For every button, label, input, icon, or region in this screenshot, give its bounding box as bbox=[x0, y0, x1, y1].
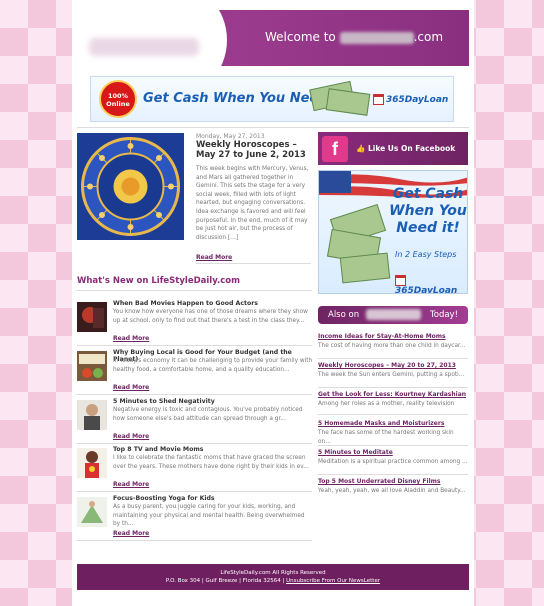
divider bbox=[318, 445, 468, 446]
article-item: Why Buying Local is Good for Your Budget… bbox=[77, 349, 312, 395]
article-thumbnail[interactable] bbox=[77, 351, 107, 381]
article-title[interactable]: 5 Minutes to Shed Negativity bbox=[113, 398, 215, 405]
whats-new-heading: What's New on LifeStyleDaily.com bbox=[77, 276, 240, 286]
article-excerpt: As a busy parent, you juggle caring for … bbox=[113, 504, 305, 528]
site-logo[interactable] bbox=[89, 38, 199, 56]
divider bbox=[77, 443, 312, 444]
copyright-text: LifeStyleDaily.com All Rights Reserved bbox=[220, 570, 326, 576]
side-banner-ad[interactable]: Get Cash When You Need it! In 2 Easy Ste… bbox=[318, 170, 468, 294]
facebook-like-banner[interactable]: f 👍 Like Us On Facebook bbox=[318, 132, 468, 165]
also-on-excerpt: Meditation is a spiritual practice commo… bbox=[318, 459, 468, 465]
facebook-like-label: 👍 Like Us On Facebook bbox=[356, 144, 456, 153]
divider bbox=[77, 345, 312, 346]
also-on-link[interactable]: Get the Look for Less: Kourtney Kardashi… bbox=[318, 391, 468, 398]
article-thumbnail[interactable] bbox=[77, 400, 107, 430]
read-more-link[interactable]: Read More bbox=[196, 254, 232, 261]
article-item: Focus-Boosting Yoga for Kids As a busy p… bbox=[77, 495, 312, 541]
article-excerpt: I like to celebrate the fantastic moms t… bbox=[113, 455, 309, 470]
read-more-link[interactable]: Read More bbox=[113, 433, 149, 440]
side-ad-headline: Get Cash When You Need it! bbox=[389, 186, 467, 236]
welcome-prefix: Welcome to bbox=[265, 30, 336, 44]
side-ad-steps: In 2 Easy Steps bbox=[395, 250, 457, 259]
redacted-site-name bbox=[339, 31, 414, 44]
facebook-icon: f bbox=[322, 136, 348, 162]
divider bbox=[77, 491, 312, 492]
read-more-link[interactable]: Read More bbox=[113, 481, 149, 488]
article-thumbnail[interactable] bbox=[77, 302, 107, 332]
article-excerpt: In today's economy it can be challenging… bbox=[113, 358, 313, 373]
cash-image bbox=[325, 88, 371, 116]
article-excerpt: You know how everyone has one of those d… bbox=[113, 309, 308, 324]
also-on-excerpt: The week the Sun enters Gemini, putting … bbox=[318, 372, 465, 378]
loan-logo: 365DayLoan bbox=[373, 94, 448, 105]
post-excerpt: This week begins with Mercury, Venus, an… bbox=[196, 166, 309, 241]
divider bbox=[318, 358, 468, 359]
also-on-heading: Also on Today! bbox=[318, 306, 468, 324]
divider bbox=[318, 414, 468, 415]
post-date: Monday, May 27, 2013 bbox=[196, 133, 265, 140]
article-title[interactable]: When Bad Movies Happen to Good Actors bbox=[113, 300, 258, 307]
thumbs-up-icon: 👍 bbox=[356, 144, 366, 153]
also-on-item: Weekly Horoscopes – May 20 to 27, 2013 T… bbox=[318, 362, 468, 380]
divider bbox=[196, 263, 311, 264]
newsletter-page: Welcome to .com 100% Online Get Cash Whe… bbox=[72, 0, 474, 606]
article-title[interactable]: Focus-Boosting Yoga for Kids bbox=[113, 495, 215, 502]
article-item: Top 8 TV and Movie Moms I like to celebr… bbox=[77, 446, 312, 492]
cash-image bbox=[339, 252, 391, 284]
also-on-excerpt: Yeah, yeah, yeah, we all love Aladdin an… bbox=[318, 488, 466, 494]
horoscope-zodiac-image[interactable] bbox=[77, 133, 184, 240]
read-more-link[interactable]: Read More bbox=[113, 384, 149, 391]
welcome-suffix: .com bbox=[413, 30, 444, 44]
unsubscribe-link[interactable]: Unsubscribe From Our NewsLetter bbox=[286, 578, 380, 584]
also-on-link[interactable]: 5 Minutes to Meditate bbox=[318, 449, 468, 456]
footer-address-line: P.O. Box 304 | Gulf Breeze | Florida 325… bbox=[165, 578, 381, 584]
also-on-item: Income Ideas for Stay-At-Home Moms The c… bbox=[318, 333, 468, 351]
read-more-link[interactable]: Read More bbox=[113, 530, 149, 537]
divider bbox=[77, 540, 312, 541]
also-on-excerpt: The face has some of the hardest working… bbox=[318, 430, 454, 445]
welcome-message: Welcome to .com bbox=[265, 30, 443, 44]
newsletter-footer: LifeStyleDaily.com All Rights Reserved P… bbox=[77, 564, 469, 590]
calendar-icon bbox=[395, 275, 406, 286]
post-title[interactable]: Weekly Horoscopes – May 27 to June 2, 20… bbox=[196, 140, 311, 160]
divider bbox=[77, 394, 312, 395]
also-on-item: Get the Look for Less: Kourtney Kardashi… bbox=[318, 391, 468, 409]
also-on-link[interactable]: Income Ideas for Stay-At-Home Moms bbox=[318, 333, 468, 340]
also-on-item: 5 Homemade Masks and Moisturizers The fa… bbox=[318, 420, 468, 446]
online-badge: 100% Online bbox=[99, 80, 137, 118]
article-excerpt: Negative energy is toxic and contagious.… bbox=[113, 407, 303, 422]
article-thumbnail[interactable] bbox=[77, 497, 107, 527]
newsletter-header: Welcome to .com bbox=[77, 10, 469, 66]
also-on-excerpt: The cost of having more than one child i… bbox=[318, 343, 466, 349]
also-on-link[interactable]: 5 Homemade Masks and Moisturizers bbox=[318, 420, 468, 427]
article-item: 5 Minutes to Shed Negativity Negative en… bbox=[77, 398, 312, 444]
divider bbox=[318, 474, 468, 475]
article-item: When Bad Movies Happen to Good Actors Yo… bbox=[77, 300, 312, 346]
article-thumbnail[interactable] bbox=[77, 448, 107, 478]
top-banner-ad[interactable]: 100% Online Get Cash When You Need it! 3… bbox=[90, 76, 454, 122]
also-on-excerpt: Among her roles as a mother, reality tel… bbox=[318, 401, 455, 407]
read-more-link[interactable]: Read More bbox=[113, 335, 149, 342]
divider bbox=[77, 127, 469, 128]
also-on-link[interactable]: Weekly Horoscopes – May 20 to 27, 2013 bbox=[318, 362, 468, 369]
also-on-item: Top 5 Most Underrated Disney Films Yeah,… bbox=[318, 478, 468, 496]
redacted-site-name bbox=[366, 309, 421, 320]
loan-logo: 365DayLoan bbox=[395, 275, 467, 293]
divider bbox=[77, 290, 312, 291]
also-on-link[interactable]: Top 5 Most Underrated Disney Films bbox=[318, 478, 468, 485]
article-title[interactable]: Top 8 TV and Movie Moms bbox=[113, 446, 203, 453]
also-on-item: 5 Minutes to Meditate Meditation is a sp… bbox=[318, 449, 468, 467]
calendar-icon bbox=[373, 94, 384, 105]
divider bbox=[318, 387, 468, 388]
